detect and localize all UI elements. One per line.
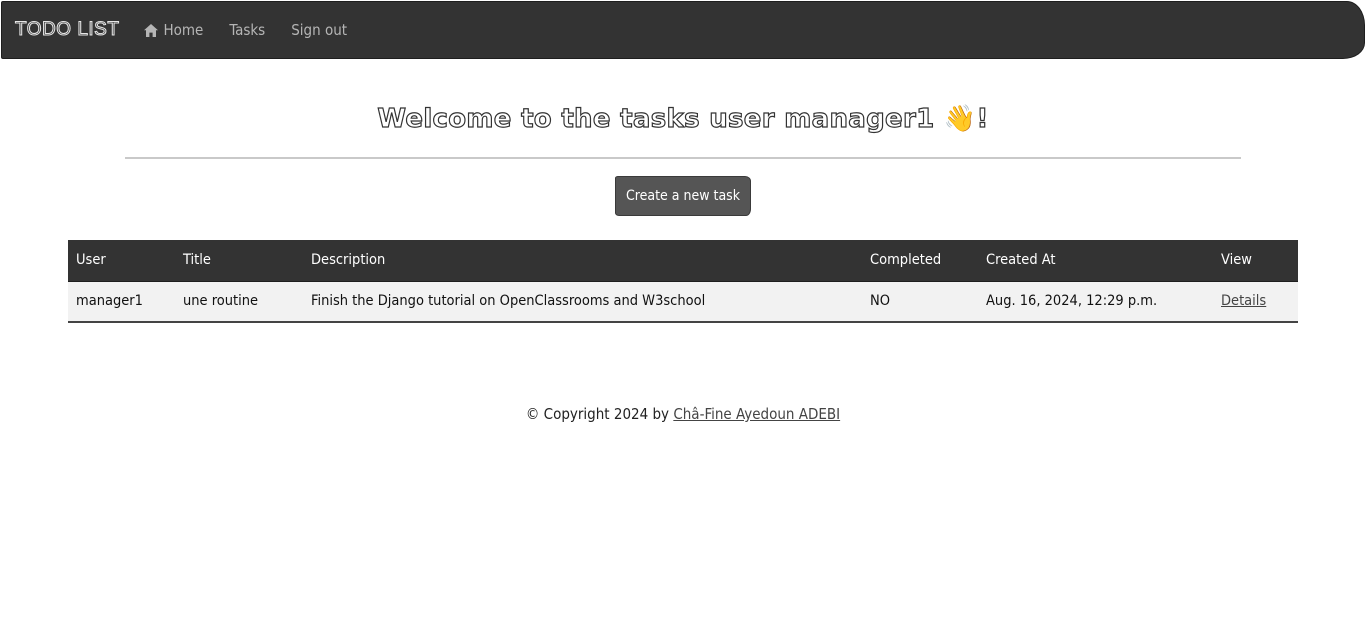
- nav-signout-link[interactable]: Sign out: [291, 21, 347, 39]
- home-icon: [144, 23, 159, 37]
- column-header-title: Title: [175, 240, 303, 282]
- column-header-completed: Completed: [862, 240, 978, 282]
- page-title: Welcome to the tasks user manager1 👋!: [0, 103, 1366, 134]
- cell-view: Details: [1213, 281, 1298, 322]
- copyright-text: © Copyright 2024 by: [525, 405, 674, 423]
- cell-completed: NO: [870, 293, 891, 310]
- column-header-view: View: [1213, 240, 1298, 282]
- cell-title: une routine: [183, 293, 259, 310]
- waving-hand-icon: 👋: [943, 104, 977, 134]
- tasks-table: User Title Description Completed Created…: [68, 240, 1298, 323]
- nav-home-label: Home: [163, 21, 204, 39]
- details-link[interactable]: Details: [1221, 293, 1266, 309]
- create-task-button[interactable]: Create a new task: [615, 176, 751, 216]
- cell-description: Finish the Django tutorial on OpenClassr…: [311, 293, 706, 310]
- divider: [125, 157, 1241, 159]
- nav-tasks-link[interactable]: Tasks: [229, 21, 265, 39]
- column-header-created-at: Created At: [978, 240, 1213, 282]
- nav-home-link[interactable]: Home: [144, 21, 203, 39]
- page-title-suffix: !: [976, 103, 989, 134]
- footer: © Copyright 2024 by Châ-Fine Ayedoun ADE…: [0, 405, 1366, 423]
- column-header-description: Description: [303, 240, 862, 282]
- author-link[interactable]: Châ-Fine Ayedoun ADEBI: [673, 405, 840, 423]
- navbar: TODO LIST Home Tasks Sign out: [1, 1, 1365, 59]
- cell-created-at: Aug. 16, 2024, 12:29 p.m.: [986, 293, 1158, 310]
- table-row: manager1 une routine Finish the Django t…: [68, 281, 1298, 322]
- column-header-user: User: [68, 240, 175, 282]
- brand-logo[interactable]: TODO LIST: [14, 19, 119, 41]
- page-title-text: Welcome to the tasks user manager1: [377, 103, 944, 134]
- table-header-row: User Title Description Completed Created…: [68, 240, 1298, 282]
- cell-user: manager1: [76, 293, 143, 310]
